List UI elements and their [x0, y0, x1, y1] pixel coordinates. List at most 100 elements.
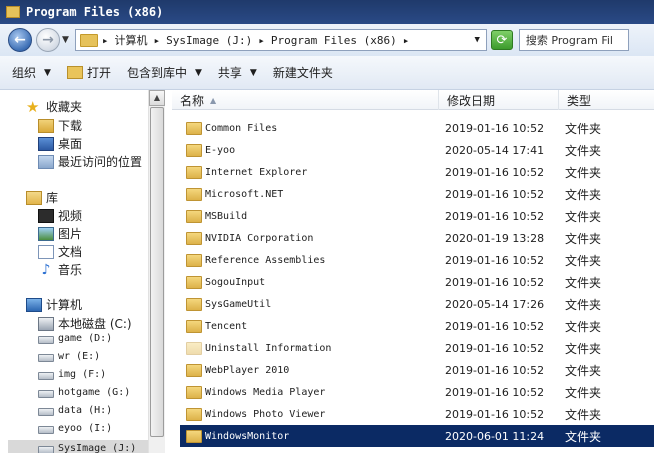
drive-icon: [38, 354, 54, 362]
picture-icon: [38, 226, 54, 241]
breadcrumb-separator[interactable]: ▸: [258, 34, 265, 47]
file-row[interactable]: SysGameUtil 2020-05-14 17:26 文件夹: [172, 293, 654, 315]
nav-drive-h[interactable]: data (H:): [38, 405, 112, 416]
file-row[interactable]: MSBuild 2019-01-16 10:52 文件夹: [172, 205, 654, 227]
nav-pictures[interactable]: 图片: [38, 225, 82, 242]
breadcrumb-sysimage[interactable]: SysImage (J:): [166, 34, 252, 47]
nav-favorites-label: 收藏夹: [46, 100, 83, 114]
file-type: 文件夹: [565, 429, 602, 444]
new-folder-button[interactable]: 新建文件夹: [273, 64, 333, 81]
file-row[interactable]: Uninstall Information 2019-01-16 10:52 文…: [172, 337, 654, 359]
drive-icon: [38, 408, 54, 416]
desktop-icon: [38, 136, 54, 151]
file-type: 文件夹: [565, 187, 602, 202]
file-name: Reference Assemblies: [205, 254, 326, 266]
nav-scrollbar[interactable]: ▲: [148, 90, 165, 453]
nav-drive-i[interactable]: eyoo (I:): [38, 423, 112, 434]
include-library-button[interactable]: 包含到库中 ▼: [127, 64, 202, 81]
file-type: 文件夹: [565, 275, 602, 290]
nav-drive-j[interactable]: SysImage (J:): [8, 440, 148, 453]
address-dropdown[interactable]: ▼: [475, 35, 480, 45]
nav-recent-places[interactable]: 最近访问的位置: [38, 153, 142, 170]
nav-favorites[interactable]: ★ 收藏夹: [26, 98, 82, 115]
nav-music[interactable]: ♪ 音乐: [38, 261, 82, 278]
file-type: 文件夹: [565, 363, 602, 378]
file-modified: 2019-01-16 10:52: [445, 187, 545, 201]
file-row[interactable]: Tencent 2019-01-16 10:52 文件夹: [172, 315, 654, 337]
chevron-down-icon: ▼: [44, 67, 51, 78]
computer-icon: [26, 297, 42, 312]
folder-icon: [186, 363, 202, 377]
scrollbar-thumb[interactable]: [150, 107, 164, 437]
breadcrumb-program-files[interactable]: Program Files (x86): [271, 34, 397, 47]
search-input[interactable]: 搜索 Program Fil: [518, 29, 629, 51]
file-row[interactable]: WebPlayer 2010 2019-01-16 10:52 文件夹: [172, 359, 654, 381]
file-row[interactable]: Reference Assemblies 2019-01-16 10:52 文件…: [172, 249, 654, 271]
library-icon: [26, 190, 42, 205]
file-row[interactable]: SogouInput 2019-01-16 10:52 文件夹: [172, 271, 654, 293]
nav-recent-label: 最近访问的位置: [58, 155, 143, 169]
file-modified: 2020-05-14 17:26: [445, 297, 545, 311]
file-type: 文件夹: [565, 209, 602, 224]
nav-libraries[interactable]: 库: [26, 189, 58, 206]
file-type: 文件夹: [565, 385, 602, 400]
organize-button[interactable]: 组织 ▼: [12, 64, 51, 81]
recent-locations-dropdown[interactable]: ▼: [62, 35, 69, 45]
nav-drive-label: game (D:): [58, 333, 113, 344]
nav-computer[interactable]: 计算机: [26, 296, 82, 313]
system-drive-icon: [38, 316, 54, 331]
column-type-label: 类型: [567, 93, 592, 108]
column-name-label: 名称: [180, 93, 205, 108]
refresh-icon: ⟳: [496, 32, 508, 48]
folder-icon: [186, 143, 202, 157]
nav-local-disk-c[interactable]: 本地磁盘 (C:): [38, 315, 132, 332]
drive-icon: [38, 372, 54, 380]
chevron-down-icon: ▼: [194, 67, 202, 78]
scroll-up-button[interactable]: ▲: [149, 90, 165, 106]
file-row[interactable]: Windows Media Player 2019-01-16 10:52 文件…: [172, 381, 654, 403]
file-name: Uninstall Information: [205, 342, 332, 354]
file-modified: 2020-05-14 17:41: [445, 143, 545, 157]
file-type: 文件夹: [565, 341, 602, 356]
nav-drive-g[interactable]: hotgame (G:): [38, 387, 130, 398]
breadcrumb-separator[interactable]: ▸: [154, 34, 161, 47]
share-label: 共享: [217, 66, 242, 80]
file-row[interactable]: Internet Explorer 2019-01-16 10:52 文件夹: [172, 161, 654, 183]
column-name[interactable]: 名称 ▲: [172, 90, 439, 110]
folder-icon: [186, 385, 202, 399]
folder-icon: [186, 253, 202, 267]
folder-icon: [186, 165, 202, 179]
breadcrumb-computer[interactable]: 计算机: [115, 32, 148, 48]
refresh-button[interactable]: ⟳: [490, 30, 513, 50]
nav-drive-e[interactable]: wr (E:): [38, 351, 100, 362]
nav-desktop[interactable]: 桌面: [38, 135, 82, 152]
open-button[interactable]: 打开: [66, 64, 111, 81]
file-name: Windows Photo Viewer: [205, 408, 326, 420]
file-name: Windows Media Player: [205, 386, 326, 398]
nav-documents[interactable]: 文档: [38, 243, 82, 260]
file-row[interactable]: Common Files 2019-01-16 10:52 文件夹: [172, 117, 654, 139]
file-modified: 2019-01-16 10:52: [445, 319, 545, 333]
nav-videos[interactable]: 视频: [38, 207, 82, 224]
file-row[interactable]: Windows Photo Viewer 2019-01-16 10:52 文件…: [172, 403, 654, 425]
back-button[interactable]: ←: [8, 28, 32, 52]
address-bar[interactable]: ▸ 计算机 ▸ SysImage (J:) ▸ Program Files (x…: [74, 29, 487, 51]
download-folder-icon: [38, 118, 54, 133]
share-button[interactable]: 共享 ▼: [218, 64, 257, 81]
file-name: Common Files: [205, 122, 278, 134]
file-name: Internet Explorer: [205, 166, 308, 178]
breadcrumb-separator[interactable]: ▸: [403, 34, 410, 47]
file-row-selected[interactable]: WindowsMonitor 2020-06-01 11:24 文件夹: [180, 425, 654, 447]
file-row[interactable]: Microsoft.NET 2019-01-16 10:52 文件夹: [172, 183, 654, 205]
file-row[interactable]: E-yoo 2020-05-14 17:41 文件夹: [172, 139, 654, 161]
forward-button[interactable]: →: [36, 28, 60, 52]
nav-downloads[interactable]: 下载: [38, 117, 82, 134]
column-modified[interactable]: 修改日期: [439, 90, 559, 110]
hidden-folder-icon: [186, 341, 202, 355]
file-type: 文件夹: [565, 297, 602, 312]
nav-drive-f[interactable]: img (F:): [38, 369, 106, 380]
nav-drive-d[interactable]: game (D:): [38, 333, 112, 344]
file-row[interactable]: NVIDIA Corporation 2020-01-19 13:28 文件夹: [172, 227, 654, 249]
breadcrumb-separator[interactable]: ▸: [102, 34, 109, 47]
column-type[interactable]: 类型: [559, 90, 654, 110]
